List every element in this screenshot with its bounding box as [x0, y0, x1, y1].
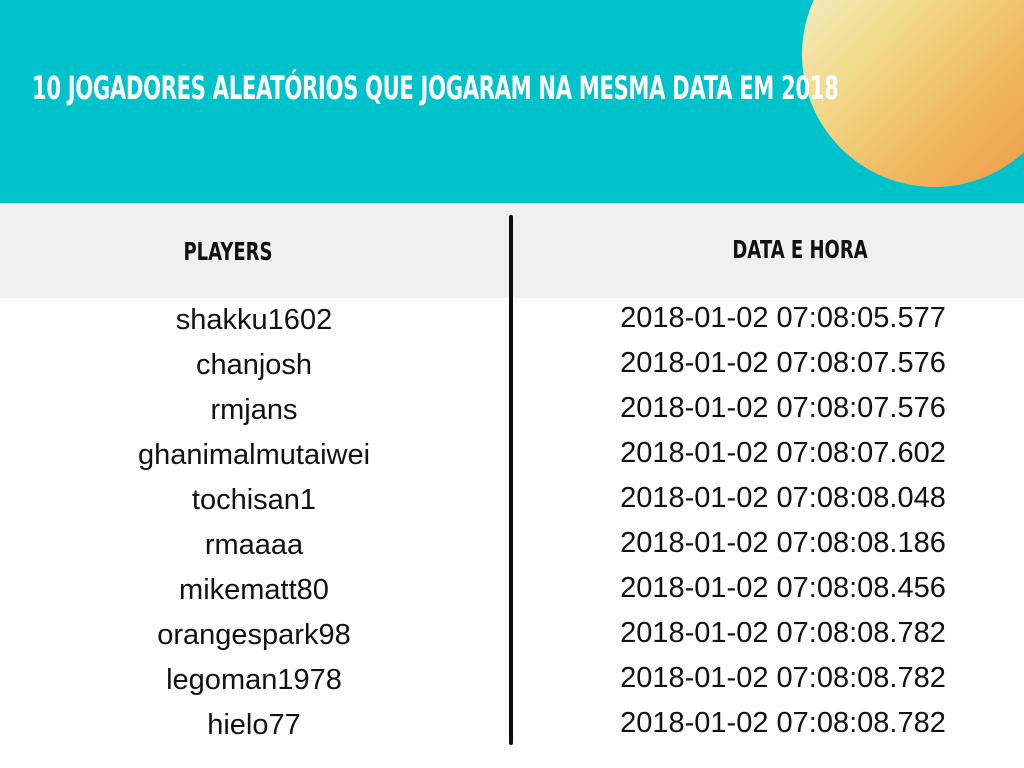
players-column: shakku1602 chanjosh rmjans ghanimalmutai… [104, 298, 404, 748]
column-divider [509, 215, 513, 745]
player-cell: rmaaaa [204, 529, 304, 561]
player-cell: orangespark98 [157, 619, 351, 651]
datetime-cell: 2018-01-02 07:08:08.456 [620, 572, 946, 604]
player-cell: mikematt80 [179, 574, 329, 606]
datetime-cell: 2018-01-02 07:08:07.576 [620, 347, 946, 379]
page: 10 JOGADORES ALEATÓRIOS QUE JOGARAM NA M… [0, 0, 1024, 768]
column-header-datetime: DATA E HORA [732, 235, 868, 264]
datetime-cell: 2018-01-02 07:08:05.577 [620, 302, 946, 334]
datetime-cell: 2018-01-02 07:08:08.048 [620, 482, 946, 514]
player-cell: shakku1602 [175, 304, 333, 336]
title-banner: 10 JOGADORES ALEATÓRIOS QUE JOGARAM NA M… [0, 0, 1024, 203]
datetime-cell: 2018-01-02 07:08:08.186 [620, 527, 946, 559]
datetime-cell: 2018-01-02 07:08:08.782 [620, 662, 946, 694]
player-cell: tochisan1 [191, 484, 317, 516]
player-cell: ghanimalmutaiwei [137, 439, 371, 471]
page-title: 10 JOGADORES ALEATÓRIOS QUE JOGARAM NA M… [32, 69, 839, 107]
player-cell: rmjans [210, 394, 298, 426]
player-cell: legoman1978 [166, 664, 342, 696]
datetime-cell: 2018-01-02 07:08:07.576 [620, 392, 946, 424]
column-header-players: PLAYERS [183, 237, 273, 266]
datetime-cell: 2018-01-02 07:08:07.602 [620, 437, 946, 469]
player-cell: hielo77 [207, 709, 301, 741]
datetime-column: 2018-01-02 07:08:05.577 2018-01-02 07:08… [590, 298, 976, 748]
player-cell: chanjosh [195, 349, 313, 381]
datetime-cell: 2018-01-02 07:08:08.782 [620, 707, 946, 739]
datetime-cell: 2018-01-02 07:08:08.782 [620, 617, 946, 649]
